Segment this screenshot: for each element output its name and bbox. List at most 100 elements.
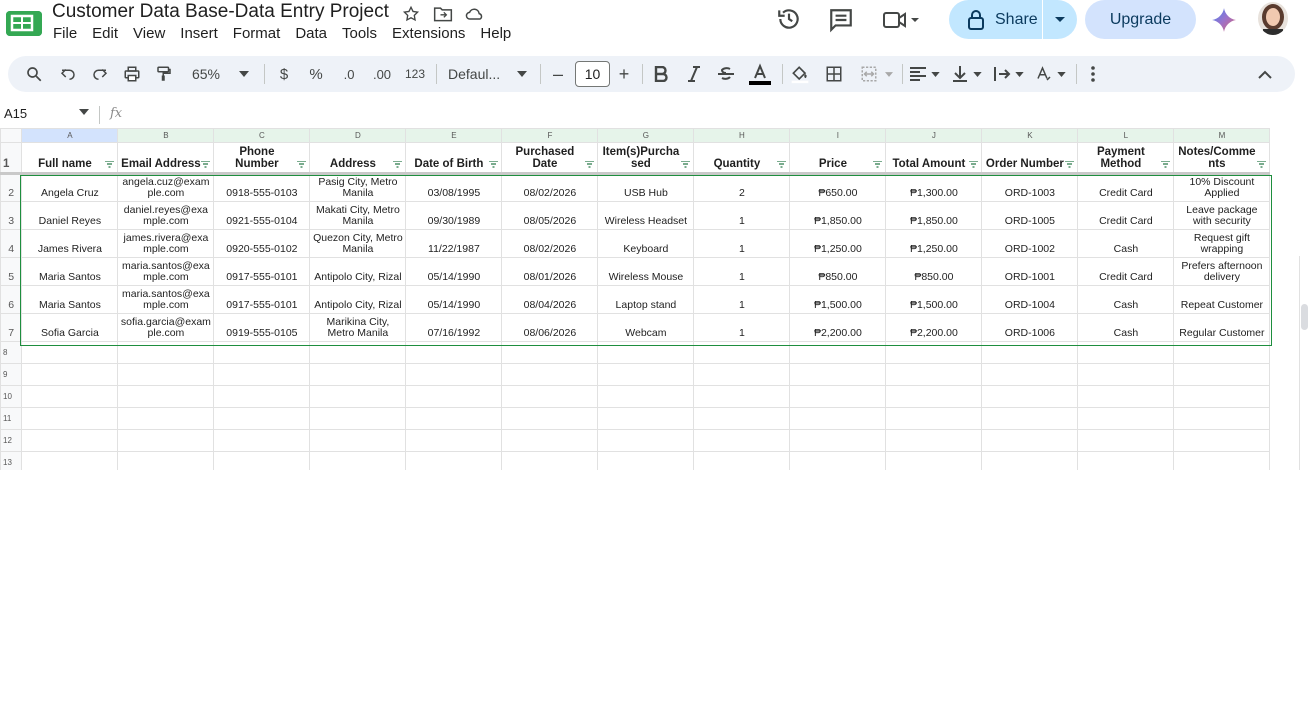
table-cell[interactable]: daniel.reyes@example.com — [117, 201, 215, 230]
menu-help[interactable]: Help — [480, 25, 511, 42]
header-cell[interactable]: Quantity — [693, 142, 791, 175]
table-cell[interactable] — [981, 341, 1079, 364]
increase-font-size-button[interactable]: + — [614, 56, 634, 92]
menu-extensions[interactable]: Extensions — [392, 25, 465, 42]
table-cell[interactable]: 1 — [693, 201, 791, 230]
table-cell[interactable] — [501, 451, 599, 470]
column-header-k[interactable]: K — [981, 128, 1079, 143]
filter-icon[interactable] — [105, 161, 115, 168]
table-cell[interactable] — [1077, 385, 1175, 408]
table-cell[interactable] — [693, 341, 791, 364]
table-cell[interactable] — [1077, 341, 1175, 364]
table-cell[interactable] — [597, 363, 695, 386]
filter-icon[interactable] — [585, 161, 595, 168]
share-main[interactable]: Share — [949, 0, 1042, 39]
table-cell[interactable]: Webcam — [597, 313, 695, 342]
table-cell[interactable] — [1173, 385, 1271, 408]
table-cell[interactable]: Pasig City, Metro Manila — [309, 173, 407, 202]
table-cell[interactable] — [405, 407, 503, 430]
header-cell[interactable]: Price — [789, 142, 887, 175]
table-cell[interactable] — [597, 385, 695, 408]
vertical-align-icon[interactable] — [948, 56, 972, 92]
table-cell[interactable]: 0918-555-0103 — [213, 173, 311, 202]
table-cell[interactable] — [597, 341, 695, 364]
filter-icon[interactable] — [393, 161, 403, 168]
table-cell[interactable]: Quezon City, Metro Manila — [309, 229, 407, 258]
move-folder-icon[interactable] — [432, 3, 454, 25]
table-cell[interactable] — [405, 363, 503, 386]
table-cell[interactable] — [309, 451, 407, 470]
table-cell[interactable]: 1 — [693, 257, 791, 286]
header-cell[interactable]: Item(s)Purchased — [597, 142, 695, 175]
header-cell[interactable]: Address — [309, 142, 407, 175]
table-cell[interactable]: 07/16/1992 — [405, 313, 503, 342]
table-cell[interactable]: ORD-1005 — [981, 201, 1079, 230]
font-size-input[interactable]: 10 — [575, 61, 610, 87]
table-cell[interactable]: maria.santos@example.com — [117, 257, 215, 286]
table-cell[interactable]: ₱2,200.00 — [885, 313, 983, 342]
table-cell[interactable] — [117, 385, 215, 408]
table-cell[interactable] — [981, 363, 1079, 386]
table-cell[interactable]: angela.cuz@example.com — [117, 173, 215, 202]
table-cell[interactable]: Prefers afternoon delivery — [1173, 257, 1271, 286]
table-cell[interactable] — [597, 451, 695, 470]
gemini-sparkle-icon[interactable] — [1211, 7, 1237, 33]
table-cell[interactable]: ₱1,300.00 — [885, 173, 983, 202]
table-cell[interactable] — [1173, 429, 1271, 452]
row-number[interactable]: 2 — [0, 173, 23, 202]
table-cell[interactable] — [501, 407, 599, 430]
table-cell[interactable] — [117, 363, 215, 386]
column-header-l[interactable]: L — [1077, 128, 1175, 143]
table-cell[interactable] — [981, 451, 1079, 470]
table-cell[interactable] — [981, 385, 1079, 408]
table-cell[interactable]: ORD-1003 — [981, 173, 1079, 202]
decrease-decimal-button[interactable]: .0 — [336, 56, 362, 92]
table-cell[interactable]: Credit Card — [1077, 201, 1175, 230]
column-header-f[interactable]: F — [501, 128, 599, 143]
table-cell[interactable] — [213, 451, 311, 470]
table-cell[interactable]: Laptop stand — [597, 285, 695, 314]
table-cell[interactable] — [309, 407, 407, 430]
header-cell[interactable]: Phone Number — [213, 142, 311, 175]
more-formats-button[interactable]: 123 — [402, 56, 428, 92]
fill-color-icon[interactable] — [788, 56, 812, 92]
filter-icon[interactable] — [297, 161, 307, 168]
table-cell[interactable] — [885, 429, 983, 452]
row-number[interactable]: 3 — [0, 201, 23, 230]
corner-cell[interactable] — [0, 128, 23, 143]
table-cell[interactable]: ₱1,250.00 — [789, 229, 887, 258]
header-cell[interactable]: Payment Method — [1077, 142, 1175, 175]
table-cell[interactable] — [213, 407, 311, 430]
more-options-icon[interactable] — [1082, 56, 1104, 92]
table-cell[interactable] — [117, 341, 215, 364]
search-menus-icon[interactable] — [22, 56, 46, 92]
table-cell[interactable]: ₱1,500.00 — [789, 285, 887, 314]
filter-icon[interactable] — [1065, 161, 1075, 168]
table-cell[interactable]: Marikina City, Metro Manila — [309, 313, 407, 342]
table-cell[interactable]: 05/14/1990 — [405, 285, 503, 314]
text-color-icon[interactable] — [747, 56, 773, 92]
table-cell[interactable]: ₱1,500.00 — [885, 285, 983, 314]
table-cell[interactable]: 0921-555-0104 — [213, 201, 311, 230]
table-cell[interactable] — [1077, 363, 1175, 386]
menu-tools[interactable]: Tools — [342, 25, 377, 42]
table-cell[interactable]: 08/02/2026 — [501, 173, 599, 202]
italic-icon[interactable] — [683, 56, 705, 92]
table-cell[interactable]: Maria Santos — [21, 257, 119, 286]
filter-icon[interactable] — [969, 161, 979, 168]
version-history-icon[interactable] — [776, 6, 802, 32]
chevron-down-icon[interactable] — [928, 56, 942, 92]
table-cell[interactable] — [21, 363, 119, 386]
column-header-d[interactable]: D — [309, 128, 407, 143]
column-header-m[interactable]: M — [1173, 128, 1271, 143]
column-header-j[interactable]: J — [885, 128, 983, 143]
table-cell[interactable] — [213, 429, 311, 452]
table-cell[interactable] — [1173, 451, 1271, 470]
table-cell[interactable]: Cash — [1077, 313, 1175, 342]
header-cell[interactable]: Full name — [21, 142, 119, 175]
table-cell[interactable]: ORD-1001 — [981, 257, 1079, 286]
table-cell[interactable] — [693, 407, 791, 430]
column-header-e[interactable]: E — [405, 128, 503, 143]
column-header-b[interactable]: B — [117, 128, 215, 143]
star-icon[interactable] — [400, 3, 422, 25]
